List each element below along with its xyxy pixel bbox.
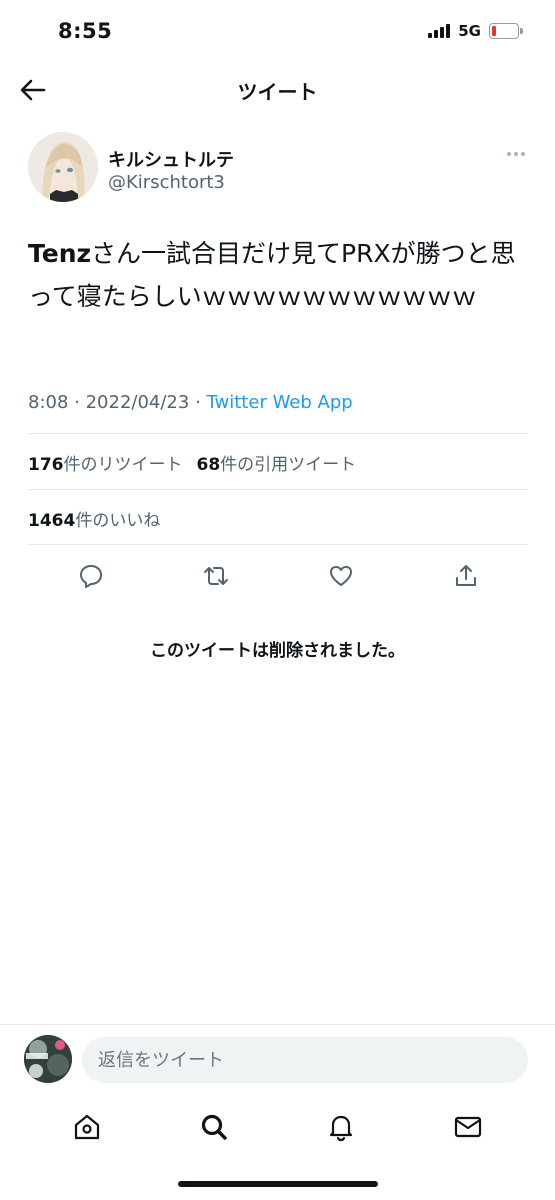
tweet-time: 8:08 [28, 392, 69, 413]
likes-stat[interactable]: 1464件のいいね [28, 506, 160, 531]
top-nav-bar: ツイート [0, 62, 555, 118]
likes-stats: 1464件のいいね [28, 506, 160, 531]
tweet-author: キルシュトルテ @Kirschtort3 [28, 132, 528, 212]
search-icon [202, 1114, 227, 1140]
tweet-date: 2022/04/23 [85, 392, 190, 413]
bottom-tab-bar [0, 1094, 555, 1160]
tweet-text-body: さん一試合目だけ見てPRXが勝つと思って寝たらしいｗｗｗｗｗｗｗｗｗｗｗ [28, 239, 516, 311]
tweet-meta: 8:08 · 2022/04/23 · Twitter Web App [28, 392, 353, 413]
divider [28, 544, 528, 545]
deleted-notice: このツイートは削除されました。 [150, 641, 405, 661]
reply-button[interactable] [73, 558, 109, 594]
more-options-button[interactable] [504, 148, 528, 160]
tab-messages[interactable] [446, 1105, 490, 1149]
home-indicator [178, 1181, 378, 1187]
reply-input[interactable] [82, 1037, 528, 1083]
page-title: ツイート [237, 80, 318, 104]
retweets-stat[interactable]: 176件のリツイート [28, 450, 183, 475]
tab-search[interactable] [192, 1105, 236, 1149]
user-avatar-image [24, 1035, 72, 1083]
retweet-button[interactable] [198, 558, 234, 594]
retweet-icon [203, 567, 228, 585]
tweet-text-bold: Tenz [28, 239, 92, 268]
divider [28, 433, 528, 434]
reply-icon [79, 565, 102, 588]
status-time: 8:55 [58, 19, 113, 43]
status-indicators: 5G [428, 22, 523, 40]
author-avatar[interactable] [28, 132, 98, 202]
divider [28, 489, 528, 490]
battery-fill [492, 26, 496, 36]
like-icon [329, 566, 352, 586]
like-button[interactable] [323, 558, 359, 594]
tweet-source-link[interactable]: Twitter Web App [207, 392, 353, 413]
battery-icon [489, 23, 523, 39]
tab-notifications[interactable] [319, 1105, 363, 1149]
notifications-icon [329, 1115, 352, 1142]
author-handle[interactable]: @Kirschtort3 [108, 172, 225, 193]
author-display-name[interactable]: キルシュトルテ [108, 146, 234, 172]
messages-icon [454, 1116, 481, 1138]
user-avatar[interactable] [24, 1035, 72, 1083]
repost-stats: 176件のリツイート 68件の引用ツイート [28, 450, 356, 475]
avatar-image [28, 132, 98, 202]
share-button[interactable] [448, 558, 484, 594]
tweet-text: Tenzさん一試合目だけ見てPRXが勝つと思って寝たらしいｗｗｗｗｗｗｗｗｗｗｗ [28, 232, 528, 318]
quotes-stat[interactable]: 68件の引用ツイート [197, 450, 357, 475]
more-icon [507, 152, 511, 156]
reply-bar [0, 1024, 555, 1094]
cellular-signal-icon [428, 24, 451, 38]
tweet-actions [28, 558, 528, 594]
tab-home[interactable] [65, 1105, 109, 1149]
status-bar: 8:55 5G [0, 0, 555, 62]
home-icon [75, 1114, 100, 1140]
network-type: 5G [458, 22, 481, 40]
share-icon [455, 565, 476, 586]
